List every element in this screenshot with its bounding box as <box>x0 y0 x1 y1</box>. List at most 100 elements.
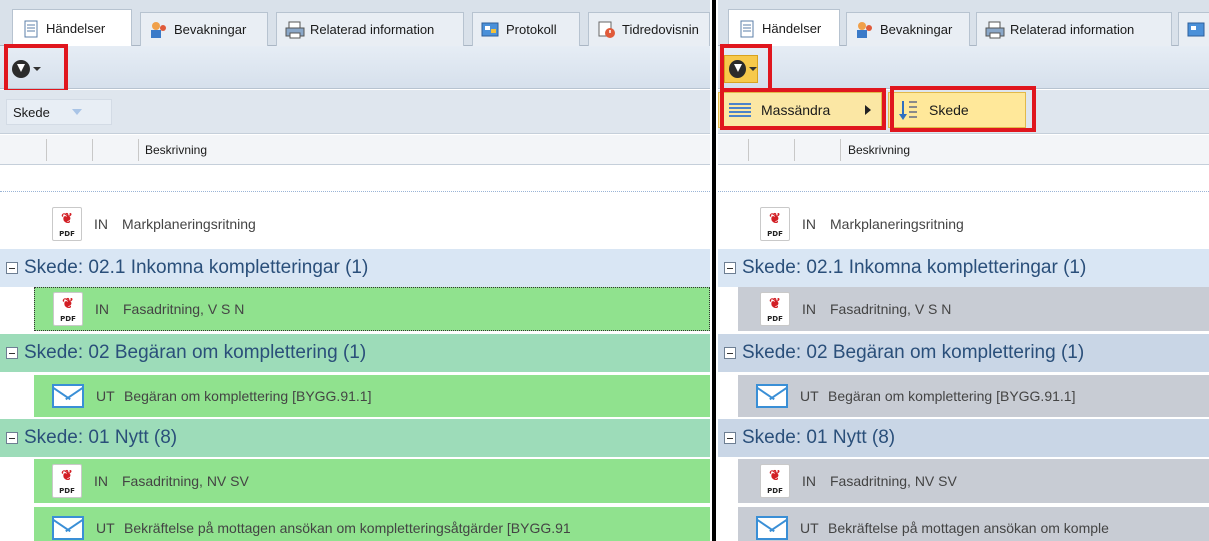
actions-menu: Massändra Skede <box>718 92 1026 128</box>
filter-row[interactable] <box>718 166 1209 192</box>
list-item[interactable]: UT Begäran om komplettering [BYGG.91.1] <box>34 375 710 417</box>
list-item[interactable]: UT Bekräftelse på mottagen ansökan om ko… <box>34 507 710 541</box>
group-row[interactable]: Skede: 02 Begäran om komplettering (1) <box>718 334 1209 372</box>
collapse-icon[interactable] <box>6 262 18 274</box>
pdf-icon: ❦ PDF <box>52 464 82 498</box>
group-row[interactable]: Skede: 02.1 Inkomna kompletteringar (1) <box>718 249 1209 287</box>
group-chip-label: Skede <box>13 104 50 120</box>
menu-item-label: Massändra <box>761 102 831 118</box>
row-description: Markplaneringsritning <box>122 216 256 232</box>
tab-bevakningar[interactable]: Bevakningar <box>846 12 970 46</box>
direction-label: IN <box>94 216 108 232</box>
column-separator <box>138 139 139 161</box>
list-item[interactable]: UT Begäran om komplettering [BYGG.91.1] <box>738 375 1209 417</box>
list-item-selected[interactable]: ❦ PDF IN Fasadritning, V S N <box>738 287 1209 331</box>
watchers-icon <box>149 21 169 39</box>
list-item-selected[interactable]: ❦ PDF IN Fasadritning, V S N <box>34 287 710 331</box>
direction-label: IN <box>802 301 816 317</box>
column-header-beskrivning[interactable]: Beskrivning <box>145 143 207 157</box>
pdf-icon: ❦ PDF <box>760 292 790 326</box>
tab-relaterad-information[interactable]: Relaterad information <box>276 12 464 46</box>
pdf-icon: ❦ PDF <box>760 464 790 498</box>
group-row-label: Skede: 02.1 Inkomna kompletteringar (1) <box>24 257 369 278</box>
row-description: Fasadritning, NV SV <box>830 473 957 489</box>
toolbar <box>718 46 1209 89</box>
group-chip-skede[interactable]: Skede <box>6 99 112 125</box>
tab-tidredovisning[interactable]: Tidredovisnin <box>588 12 710 46</box>
collapse-icon[interactable] <box>6 432 18 444</box>
sort-icon <box>899 99 919 121</box>
tab-strip: Händelser Bevakningar Relaterad informat… <box>0 0 710 47</box>
row-description: Begäran om komplettering [BYGG.91.1] <box>124 388 372 404</box>
list-item[interactable]: ❦ PDF IN Markplaneringsritning <box>718 203 1209 245</box>
column-separator <box>92 139 93 161</box>
tab-relaterad-information[interactable]: Relaterad information <box>976 12 1172 46</box>
row-description: Bekräftelse på mottagen ansökan om kompl… <box>828 520 1109 536</box>
mail-icon <box>52 384 84 408</box>
direction-label: UT <box>800 520 819 536</box>
row-description: Fasadritning, V S N <box>123 301 245 317</box>
group-row[interactable]: Skede: 01 Nytt (8) <box>718 419 1209 457</box>
printer-icon <box>285 21 305 39</box>
group-row[interactable]: Skede: 01 Nytt (8) <box>0 419 710 457</box>
collapse-icon[interactable] <box>6 347 18 359</box>
tab-label: Tidredovisnin <box>622 22 699 37</box>
group-row-label: Skede: 02 Begäran om komplettering (1) <box>24 342 367 363</box>
group-row[interactable]: Skede: 02 Begäran om komplettering (1) <box>0 334 710 372</box>
row-description: Bekräftelse på mottagen ansökan om kompl… <box>124 520 571 536</box>
tab-protokoll[interactable] <box>1178 12 1209 46</box>
toolbar <box>0 46 710 89</box>
group-row[interactable]: Skede: 02.1 Inkomna kompletteringar (1) <box>0 249 710 287</box>
list-item[interactable]: ❦ PDF IN Markplaneringsritning <box>0 203 710 245</box>
comparison-divider <box>710 0 718 541</box>
tab-label: Relaterad information <box>310 22 435 37</box>
time-report-icon <box>597 21 617 39</box>
submenu-item-skede[interactable]: Skede <box>888 92 1026 128</box>
pdf-icon: ❦ PDF <box>53 292 83 326</box>
events-icon <box>737 20 757 38</box>
group-row-label: Skede: 02.1 Inkomna kompletteringar (1) <box>742 257 1087 278</box>
tab-handelser[interactable]: Händelser <box>12 9 132 47</box>
tab-label: Bevakningar <box>880 22 953 37</box>
direction-label: UT <box>96 388 115 404</box>
collapse-icon[interactable] <box>724 432 736 444</box>
row-description: Begäran om komplettering [BYGG.91.1] <box>828 388 1076 404</box>
mail-icon <box>756 384 788 408</box>
collapse-icon[interactable] <box>724 347 736 359</box>
protocol-icon <box>481 21 501 39</box>
tab-label: Händelser <box>46 21 106 36</box>
list-item[interactable]: ❦ PDF IN Fasadritning, NV SV <box>738 459 1209 503</box>
filter-row[interactable] <box>0 166 710 192</box>
tab-label: Relaterad information <box>1010 22 1135 37</box>
right-pane: Händelser Bevakningar Relaterad informat… <box>718 0 1209 541</box>
left-pane: Händelser Bevakningar Relaterad informat… <box>0 0 710 541</box>
tab-handelser[interactable]: Händelser <box>728 9 840 47</box>
column-separator <box>46 139 47 161</box>
list-item[interactable]: ❦ PDF IN Fasadritning, NV SV <box>34 459 710 503</box>
direction-label: IN <box>802 216 816 232</box>
menu-item-label: Skede <box>929 102 969 118</box>
column-header-row: Beskrivning <box>718 135 1209 165</box>
column-header-beskrivning[interactable]: Beskrivning <box>848 143 910 157</box>
column-separator <box>840 139 841 161</box>
protocol-icon <box>1187 21 1207 39</box>
group-row-label: Skede: 01 Nytt (8) <box>742 427 896 448</box>
menu-item-massandra[interactable]: Massändra <box>718 92 882 128</box>
list-item[interactable]: UT Bekräftelse på mottagen ansökan om ko… <box>738 507 1209 541</box>
mail-icon <box>52 516 84 540</box>
row-description: Markplaneringsritning <box>830 216 964 232</box>
group-row-label: Skede: 01 Nytt (8) <box>24 427 178 448</box>
group-panel: Skede <box>0 90 710 134</box>
tab-protokoll[interactable]: Protokoll <box>472 12 580 46</box>
group-row-label: Skede: 02 Begäran om komplettering (1) <box>742 342 1085 363</box>
tab-label: Bevakningar <box>174 22 247 37</box>
direction-label: IN <box>802 473 816 489</box>
down-arrow-circle-icon <box>729 60 746 78</box>
collapse-icon[interactable] <box>724 262 736 274</box>
chevron-down-icon <box>33 67 41 71</box>
actions-dropdown-button[interactable] <box>724 55 758 83</box>
tab-bevakningar[interactable]: Bevakningar <box>140 12 268 46</box>
actions-dropdown-button[interactable] <box>8 54 46 84</box>
watchers-icon <box>855 21 875 39</box>
sort-arrow-icon <box>71 109 82 115</box>
